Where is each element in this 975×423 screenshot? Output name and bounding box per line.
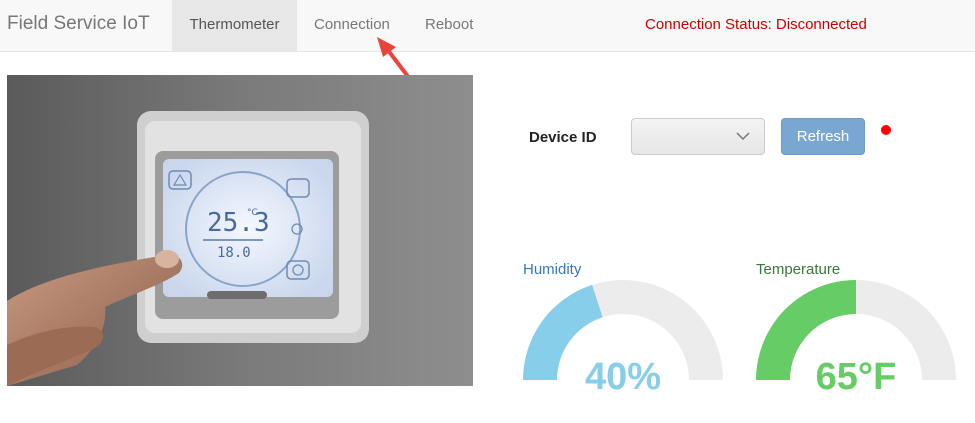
device-id-select[interactable] <box>631 118 765 155</box>
display-unit: °C <box>247 208 258 218</box>
connection-status: Connection Status: Disconnected <box>645 16 867 33</box>
humidity-value: 40% <box>584 356 662 398</box>
display-set: 18.0 <box>217 245 251 261</box>
navbar: Field Service IoT Thermometer Connection… <box>0 0 975 52</box>
humidity-title: Humidity <box>523 261 582 278</box>
device-id-label: Device ID <box>529 129 597 146</box>
chevron-down-icon <box>736 132 750 141</box>
display-reading: 25.3 <box>207 208 270 238</box>
status-indicator-dot <box>881 125 891 135</box>
refresh-button[interactable]: Refresh <box>781 118 865 155</box>
tab-reboot[interactable]: Reboot <box>425 0 473 52</box>
thermostat-photo: 25.3 °C 18.0 <box>7 75 473 386</box>
temperature-title: Temperature <box>756 261 841 278</box>
brand-title[interactable]: Field Service IoT <box>7 13 150 35</box>
tab-thermometer[interactable]: Thermometer <box>172 0 297 52</box>
temperature-value: 65°F <box>815 356 897 398</box>
